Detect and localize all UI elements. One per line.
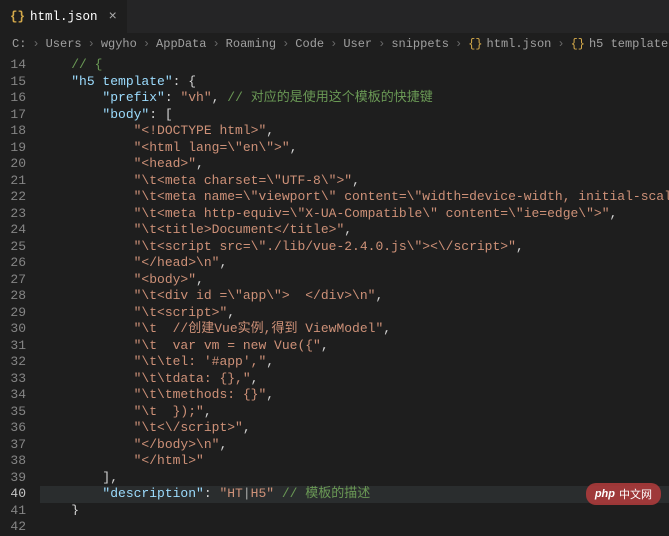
code-content[interactable]: // { "h5 template": { "prefix": "vh", //…: [40, 55, 669, 515]
crumb[interactable]: snippets: [391, 37, 449, 51]
tab-bar: {} html.json ×: [0, 0, 669, 33]
json-file-icon: {}: [10, 10, 25, 24]
chevron-right-icon: ›: [330, 37, 337, 51]
tab-title: html.json: [30, 10, 98, 24]
watermark-badge: 中文网: [586, 483, 661, 505]
json-symbol-icon: {}: [571, 37, 585, 51]
close-icon[interactable]: ×: [109, 9, 117, 25]
crumb[interactable]: AppData: [156, 37, 206, 51]
crumb[interactable]: Users: [46, 37, 82, 51]
chevron-right-icon: ›: [212, 37, 219, 51]
crumb[interactable]: User: [343, 37, 372, 51]
breadcrumb[interactable]: C: › Users › wgyho › AppData › Roaming › Code…: [0, 33, 669, 55]
json-file-icon: {}: [468, 37, 482, 51]
crumb[interactable]: C:: [12, 37, 26, 51]
chevron-right-icon: ›: [455, 37, 462, 51]
editor-tab[interactable]: {} html.json ×: [0, 0, 128, 33]
crumb-file[interactable]: html.json: [487, 37, 552, 51]
crumb[interactable]: Code: [295, 37, 324, 51]
chevron-right-icon: ›: [282, 37, 289, 51]
chevron-right-icon: ›: [32, 37, 39, 51]
chevron-right-icon: ›: [378, 37, 385, 51]
crumb[interactable]: Roaming: [226, 37, 276, 51]
chevron-right-icon: ›: [143, 37, 150, 51]
line-number-gutter: 1415161718192021222324252627282930313233…: [0, 55, 40, 515]
chevron-right-icon: ›: [557, 37, 564, 51]
crumb-symbol[interactable]: h5 template: [589, 37, 668, 51]
chevron-right-icon: ›: [88, 37, 95, 51]
crumb[interactable]: wgyho: [101, 37, 137, 51]
code-editor[interactable]: 1415161718192021222324252627282930313233…: [0, 55, 669, 515]
